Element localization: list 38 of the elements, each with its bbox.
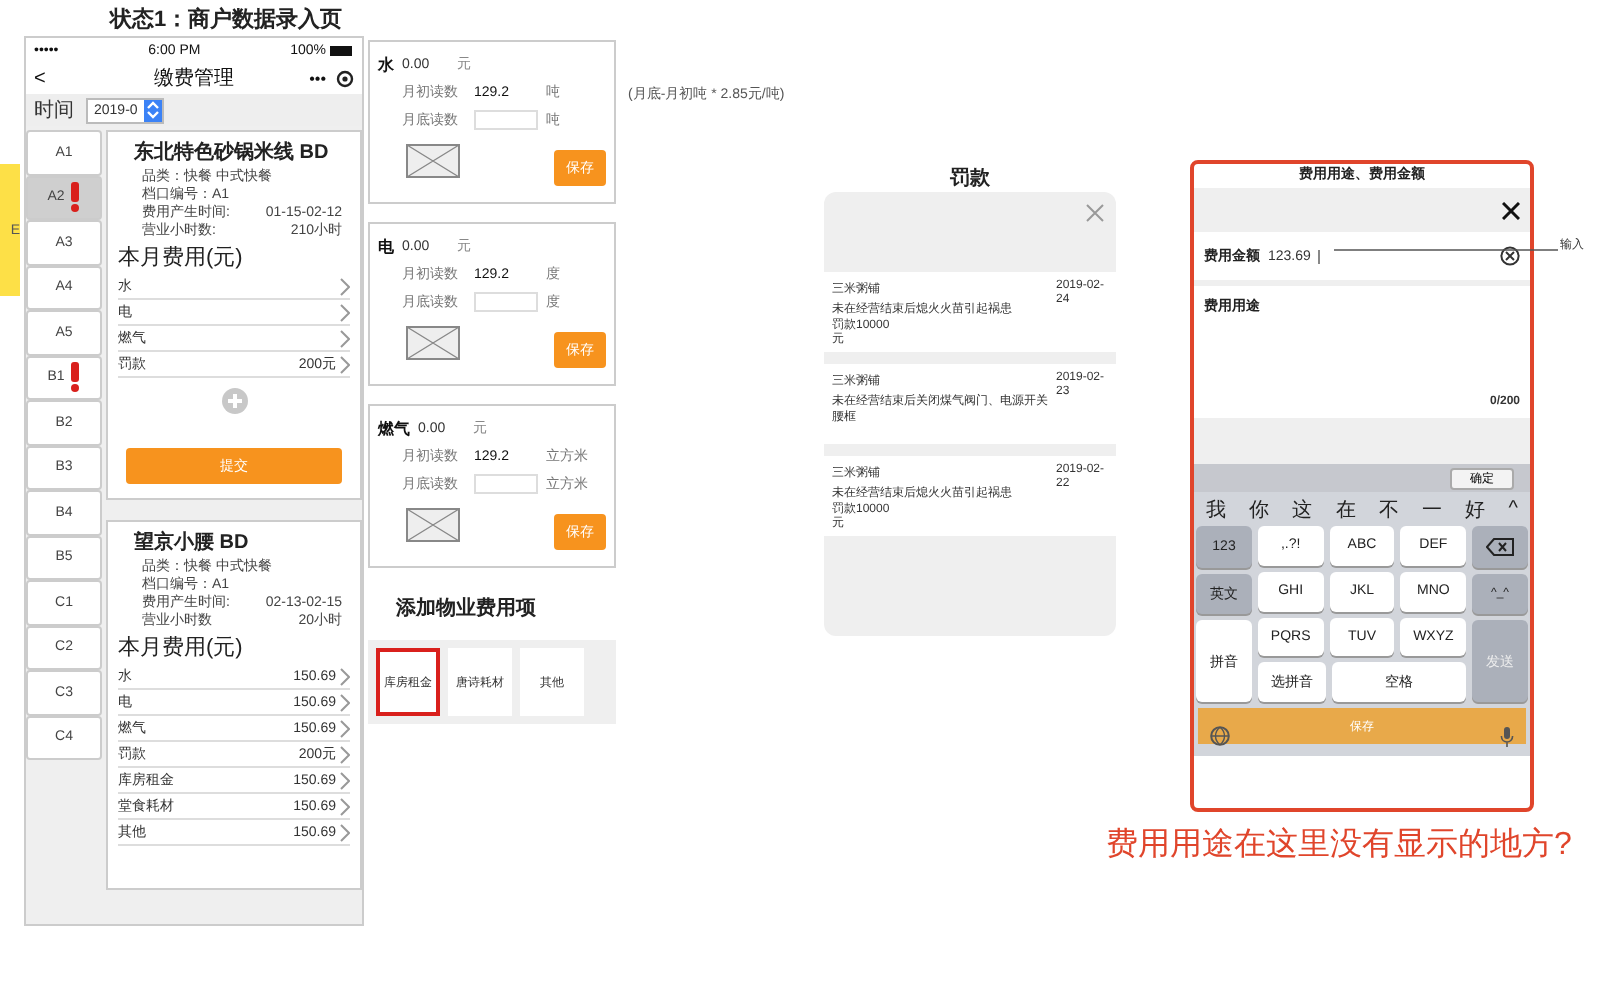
reading-input[interactable] bbox=[474, 474, 538, 494]
candidate-word[interactable]: 一 bbox=[1422, 495, 1443, 523]
image-placeholder-icon[interactable] bbox=[406, 325, 460, 359]
filter-label: 时间 bbox=[34, 97, 74, 124]
candidate-word[interactable]: 在 bbox=[1335, 495, 1356, 523]
image-placeholder-icon[interactable] bbox=[406, 143, 460, 177]
merchant-name: 望京小腰 BD bbox=[132, 530, 251, 558]
globe-icon[interactable] bbox=[1210, 726, 1230, 746]
stepper-icon[interactable] bbox=[143, 99, 162, 121]
delete-key[interactable] bbox=[1472, 526, 1528, 567]
candidate-word[interactable]: 这 bbox=[1292, 495, 1313, 523]
utility-name: 水 bbox=[378, 53, 394, 75]
candidate-word[interactable]: 不 bbox=[1378, 495, 1399, 523]
close-icon[interactable] bbox=[1502, 201, 1520, 219]
review-comment: 费用用途在这里没有显示的地方? bbox=[1106, 825, 1572, 866]
backspace-icon bbox=[1486, 537, 1514, 556]
reading-input[interactable] bbox=[474, 292, 538, 312]
merchant-name: 东北特色砂锅米线 BD bbox=[132, 140, 331, 168]
page-title: 状态1：商户数据录入页 bbox=[110, 5, 343, 34]
utility-name: 电 bbox=[378, 235, 394, 257]
back-button[interactable]: < bbox=[34, 67, 46, 89]
clear-icon[interactable] bbox=[1500, 246, 1520, 266]
reading-input[interactable] bbox=[474, 110, 538, 130]
section-heading: 添加物业费用项 bbox=[394, 595, 538, 622]
candidate-word[interactable]: 我 bbox=[1206, 495, 1226, 523]
candidate-word[interactable]: 你 bbox=[1249, 495, 1270, 523]
target-icon[interactable] bbox=[336, 69, 354, 87]
screen-title: 缴费管理 bbox=[154, 65, 234, 92]
section-heading: 本月费用(元) bbox=[118, 244, 245, 274]
candidate-word[interactable]: 好 bbox=[1465, 495, 1486, 523]
more-button[interactable]: ••• bbox=[309, 69, 326, 87]
utility-name: 燃气 bbox=[378, 417, 410, 439]
expand-button[interactable]: ^ bbox=[1508, 498, 1518, 520]
image-placeholder-icon[interactable] bbox=[406, 507, 460, 541]
microphone-icon[interactable] bbox=[1500, 726, 1514, 748]
battery-icon bbox=[330, 45, 354, 55]
section-heading: 本月费用(元) bbox=[118, 634, 245, 664]
dialog-title: 罚款 bbox=[948, 165, 992, 192]
